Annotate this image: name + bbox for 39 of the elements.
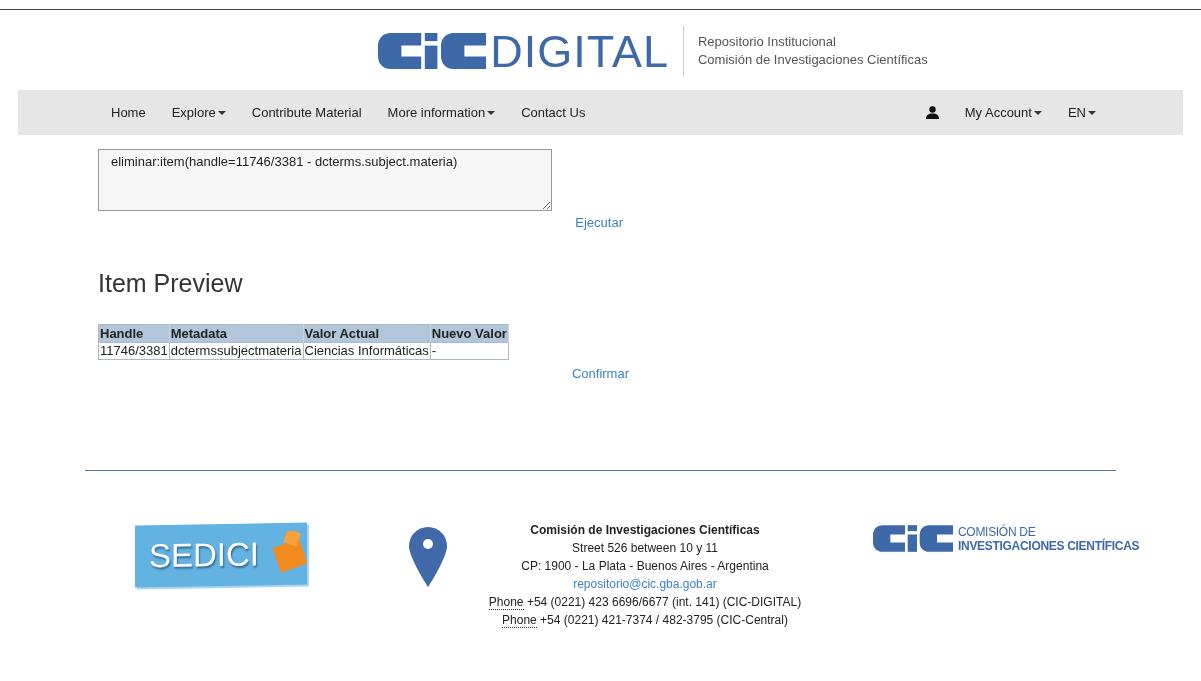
nav-menu-item[interactable]: Explore	[158, 90, 239, 135]
column-header: Nuevo Valor	[430, 324, 509, 343]
nav-menu-item[interactable]: Contact Us	[508, 90, 599, 135]
caret-icon	[1033, 110, 1042, 115]
site-subtitle: Comisión de Investigaciones Científicas	[697, 51, 928, 69]
phone-line: Phone +54 (0221) 423 6696/6677 (int. 141) (CIC-DIGITAL)	[488, 593, 802, 611]
phone-line: Phone +54 (0221) 421-7374 / 482-3795 (CIC-Central)	[502, 611, 788, 629]
caret-icon	[1088, 110, 1096, 115]
nav-menu-item[interactable]: Home	[98, 90, 159, 135]
table-cell: 11746/3381	[98, 342, 170, 360]
column-header: Handle	[98, 324, 170, 343]
sedici-logo: SEDICI	[135, 522, 307, 587]
column-header: Metadata	[169, 324, 303, 343]
nav-menu-item[interactable]: EN	[1054, 90, 1109, 135]
nav-menu-item[interactable]: More information	[374, 90, 509, 135]
caret-icon	[487, 110, 496, 115]
nav-menu-item[interactable]: Contribute Material	[238, 90, 375, 135]
site-subtitle: Repositorio Institucional	[697, 33, 837, 51]
table-cell: dctermssubjectmateria	[169, 342, 303, 360]
organization-logo-text: COMISIÓN DE	[958, 524, 1037, 539]
email-link[interactable]: repositorio@cic.gba.gob.ar	[573, 574, 717, 593]
cic-logo-mark-icon	[873, 525, 953, 552]
address-line: CP: 1900 - La Plata - Buenos Aires - Argentina	[521, 557, 769, 575]
caret-icon	[217, 110, 226, 115]
user-icon	[925, 106, 939, 119]
table-cell: Ciencias Informáticas	[303, 342, 431, 360]
location-pin-icon	[409, 526, 447, 587]
cic-logo-mark-icon	[378, 33, 487, 69]
organization-name: Comisión de Investigaciones Científicas	[530, 521, 760, 539]
organization-logo-text: INVESTIGACIONES CIENTÍFICAS	[958, 538, 1140, 553]
execute-link[interactable]: Ejecutar	[575, 213, 623, 233]
table-cell: -	[430, 342, 509, 360]
nav-menu-item[interactable]: My Account	[951, 90, 1055, 135]
command-text-area[interactable]: eliminar:item(handle=11746/3381 - dcterms.subject.materia)	[98, 149, 552, 211]
address-line: Street 526 between 10 y 11	[572, 539, 718, 557]
section-heading: Item Preview	[98, 267, 244, 299]
logo-wordmark: DIGITAL	[490, 28, 669, 74]
confirm-link[interactable]: Confirmar	[571, 364, 629, 384]
column-header: Valor Actual	[303, 324, 431, 343]
